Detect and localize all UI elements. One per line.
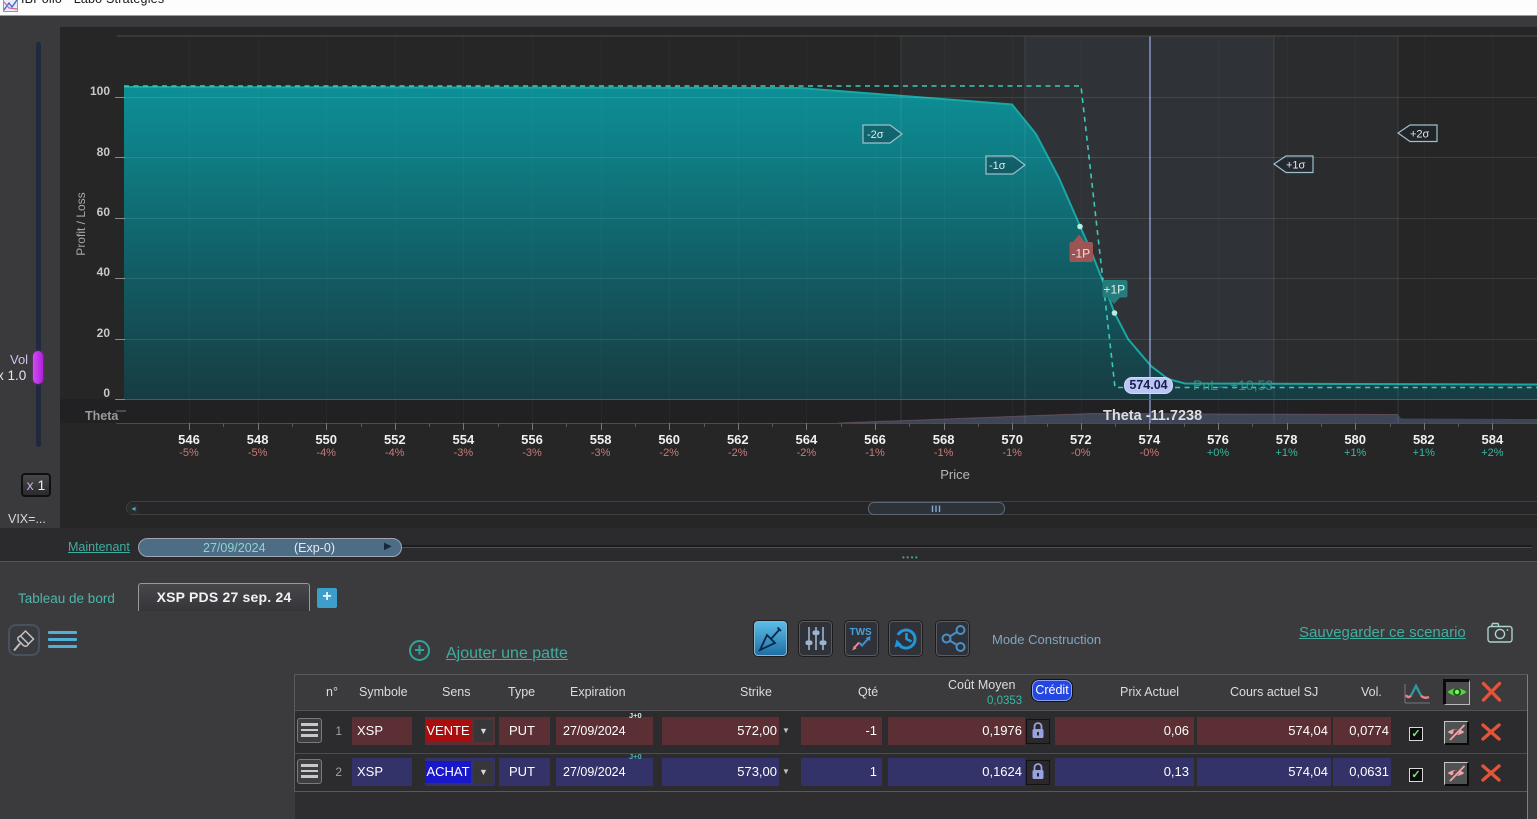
svg-text:-1σ: -1σ xyxy=(989,160,1006,172)
svg-text:+2σ: +2σ xyxy=(1410,129,1430,141)
svg-text:+1P: +1P xyxy=(1104,283,1126,297)
svg-text:+1σ: +1σ xyxy=(1286,160,1306,172)
svg-text:TWS: TWS xyxy=(850,627,873,638)
